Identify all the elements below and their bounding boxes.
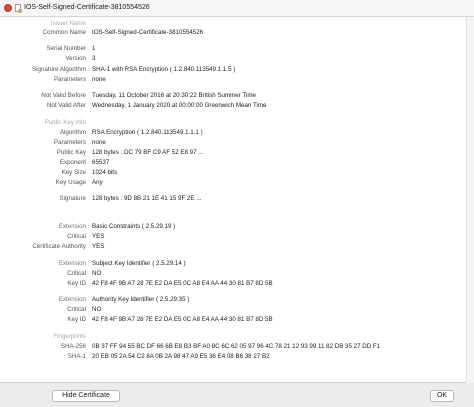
row-label: Key ID bbox=[67, 280, 86, 287]
row-value: NO bbox=[92, 306, 102, 313]
row-value: Any bbox=[92, 179, 103, 186]
hide-certificate-button[interactable]: Hide Certificate bbox=[52, 390, 120, 402]
row-label: Not Valid After bbox=[46, 102, 86, 109]
row-value: 65537 bbox=[92, 159, 110, 166]
row-label: Extension bbox=[58, 260, 86, 267]
row-value: Subject Key Identifier ( 2.5.29.14 ) bbox=[92, 260, 186, 267]
row-label: Key Usage bbox=[55, 179, 86, 186]
row-label: Critical bbox=[67, 270, 86, 277]
detail-row: SHA-256 0B 37 FF 94 55 BC DF 66 6B E8 B3 … bbox=[0, 343, 466, 351]
row-label: Signature Algorithm bbox=[32, 66, 86, 73]
row-label: Certificate Authority bbox=[32, 243, 86, 250]
detail-row: Not Valid Before Tuesday, 11 October 2016… bbox=[0, 92, 466, 100]
row-value: SHA-1 with RSA Encryption ( 1.2.840.1135… bbox=[92, 66, 236, 73]
row-label: Issuer Name bbox=[50, 20, 86, 27]
detail-row: Key ID 42 F8 4F 9B A7 28 7E E2 DA E5 0C A… bbox=[0, 316, 466, 324]
row-value: 42 F8 4F 9B A7 28 7E E2 DA E5 0C A8 E4 A… bbox=[92, 316, 273, 323]
row-label: Not Valid Before bbox=[41, 92, 86, 99]
detail-row: Serial Number 1 bbox=[0, 45, 466, 53]
detail-row: Key Size 1024 bits bbox=[0, 169, 466, 177]
detail-row: Extension Authority Key Identifier ( 2.5.… bbox=[0, 296, 466, 304]
detail-row: Public Key Info bbox=[0, 119, 466, 127]
row-label: Extension bbox=[58, 223, 86, 230]
detail-row: Critical NO bbox=[0, 270, 466, 278]
row-value: YES bbox=[92, 233, 105, 240]
row-label: SHA-1 bbox=[67, 353, 86, 360]
detail-row: Certificate Authority YES bbox=[0, 243, 466, 251]
detail-row: Critical YES bbox=[0, 233, 466, 241]
ok-button[interactable]: OK bbox=[430, 390, 454, 402]
row-value: 42 F8 4F 9B A7 28 7E E2 DA E5 0C A8 E4 A… bbox=[92, 280, 273, 287]
row-value: 1024 bits bbox=[92, 169, 118, 176]
close-window-icon[interactable] bbox=[4, 4, 12, 12]
row-label: Public Key bbox=[56, 149, 86, 156]
detail-row: Parameters none bbox=[0, 76, 466, 84]
row-value: Tuesday, 11 October 2016 at 20:30:22 Bri… bbox=[92, 92, 256, 99]
row-value: Wednesday, 1 January 2020 at 00:00:00 Gr… bbox=[92, 102, 267, 109]
row-label: Key Size bbox=[61, 169, 86, 176]
row-label: Public Key Info bbox=[44, 119, 86, 126]
row-label: Extension bbox=[58, 296, 86, 303]
detail-row: Issuer Name bbox=[0, 20, 466, 28]
row-label: Version bbox=[65, 55, 86, 62]
detail-row: Algorithm RSA Encryption ( 1.2.840.113549… bbox=[0, 129, 466, 137]
row-label: Critical bbox=[67, 306, 86, 313]
detail-row: Common Name IOS-Self-Signed-Certificate-3… bbox=[0, 29, 466, 37]
detail-row: Critical NO bbox=[0, 306, 466, 314]
detail-row: Parameters none bbox=[0, 139, 466, 147]
detail-row: Version 3 bbox=[0, 55, 466, 63]
row-value: Basic Constraints ( 2.5.29.19 ) bbox=[92, 223, 176, 230]
row-label: Common Name bbox=[42, 29, 86, 36]
row-label: Algorithm bbox=[59, 129, 86, 136]
certificate-details-panel[interactable]: Issuer Name Common Name IOS-Self-Signed-Ce… bbox=[0, 17, 466, 383]
detail-row: Fingerprints bbox=[0, 333, 466, 341]
detail-row: SHA-1 20 EB 05 2A 54 C2 8A 0B 2A 98 47 A9… bbox=[0, 353, 466, 361]
window-title: IOS-Self-Signed-Certificate-3810554526 bbox=[24, 4, 150, 11]
detail-row: Extension Subject Key Identifier ( 2.5.29… bbox=[0, 260, 466, 268]
row-value: none bbox=[92, 139, 106, 146]
title-bar: IOS-Self-Signed-Certificate-3810554526 bbox=[0, 0, 474, 17]
row-label: Key ID bbox=[67, 316, 86, 323]
detail-row: Signature Algorithm SHA-1 with RSA Encryp… bbox=[0, 66, 466, 74]
row-value: YES bbox=[92, 243, 105, 250]
row-value: 128 bytes : 9D 8B 21 1E 41 15 9F 2E ... bbox=[92, 195, 202, 202]
detail-row: Key ID 42 F8 4F 9B A7 28 7E E2 DA E5 0C A… bbox=[0, 280, 466, 288]
row-label: Fingerprints bbox=[53, 333, 86, 340]
row-value: IOS-Self-Signed-Certificate-3810554526 bbox=[92, 29, 204, 36]
row-label: Parameters bbox=[54, 139, 86, 146]
row-label: Exponent bbox=[59, 159, 86, 166]
row-value: 20 EB 05 2A 54 C2 8A 0B 2A 98 47 A9 E5 3… bbox=[92, 353, 270, 360]
detail-row: Exponent 65537 bbox=[0, 159, 466, 167]
row-value: 3 bbox=[92, 55, 96, 62]
row-value: Authority Key Identifier ( 2.5.29.35 ) bbox=[92, 296, 190, 303]
row-label: Serial Number bbox=[46, 45, 86, 52]
row-label: SHA-256 bbox=[60, 343, 86, 350]
detail-row: Public Key 128 bytes : DC 79 BF C9 AF 52 … bbox=[0, 149, 466, 157]
row-value: none bbox=[92, 76, 106, 83]
row-label: Signature bbox=[59, 195, 87, 202]
detail-row: Not Valid After Wednesday, 1 January 2020… bbox=[0, 102, 466, 110]
certificate-icon bbox=[15, 4, 22, 13]
row-value: RSA Encryption ( 1.2.840.113549.1.1.1 ) bbox=[92, 129, 203, 136]
detail-row: Key Usage Any bbox=[0, 179, 466, 187]
row-label: Critical bbox=[67, 233, 86, 240]
row-value: NO bbox=[92, 270, 102, 277]
detail-row: Extension Basic Constraints ( 2.5.29.19 ) bbox=[0, 223, 466, 231]
detail-row: Signature 128 bytes : 9D 8B 21 1E 41 15 9… bbox=[0, 195, 466, 203]
row-label: Parameters bbox=[54, 76, 86, 83]
scrollbar[interactable] bbox=[466, 17, 474, 383]
row-value: 128 bytes : DC 79 BF C9 AF 52 E8 97 ... bbox=[92, 149, 204, 156]
footer-bar: Hide Certificate OK bbox=[0, 384, 474, 407]
row-value: 0B 37 FF 94 55 BC DF 66 6B E8 B3 BF A0 8… bbox=[92, 343, 381, 350]
row-value: 1 bbox=[92, 45, 96, 52]
